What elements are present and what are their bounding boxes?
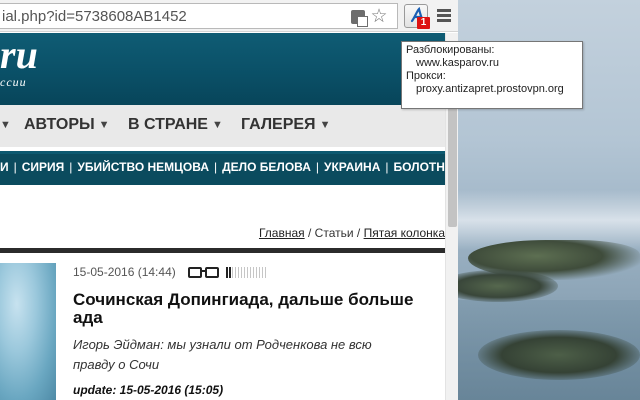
tooltip-unblocked-label: Разблокированы:: [406, 44, 495, 56]
reading-glasses-icon: [188, 267, 219, 278]
breadcrumb-articles: Статьи: [314, 226, 354, 240]
browser-window: ial.php?id=5738608AB1452 ☆ 1 ru ссии ▼ А…: [0, 0, 458, 400]
article-rating-bar: [226, 267, 266, 278]
chevron-down-icon: ▼: [98, 119, 110, 131]
article-lead: Игорь Эйдман: мы узнали от Родченкова не…: [73, 337, 372, 372]
breadcrumb-home[interactable]: Главная: [259, 226, 305, 240]
article-update: update: 15-05-2016 (15:05): [73, 383, 224, 397]
tags-bar: И | СИРИЯ | УБИЙСТВО НЕМЦОВА | ДЕЛО БЕЛОВА | УКР…: [0, 151, 445, 185]
site-logo[interactable]: ru: [0, 33, 38, 78]
antizapret-extension-button[interactable]: 1: [404, 4, 430, 29]
tag-link[interactable]: УБИЙСТВО НЕМЦОВА: [77, 160, 209, 174]
main-navigation: ▼ АВТОРЫ ▼ В СТРАНЕ ▼ ГАЛЕРЕЯ ▼: [0, 105, 445, 147]
nav-item-label: ГАЛЕРЕЯ: [241, 116, 316, 133]
tag-link[interactable]: И: [0, 160, 9, 174]
translate-icon[interactable]: [350, 9, 368, 27]
article-thumbnail[interactable]: [0, 263, 56, 400]
extension-badge: 1: [417, 17, 430, 29]
article-date: 15-05-2016 (14:44): [73, 265, 176, 279]
wallpaper-rocks: [478, 330, 640, 380]
site-header: ru ссии: [0, 33, 445, 105]
tag-link[interactable]: БОЛОТН: [394, 160, 445, 174]
nav-item-label: АВТОРЫ: [24, 116, 95, 133]
tags-line: И | СИРИЯ | УБИЙСТВО НЕМЦОВА | ДЕЛО БЕЛОВА | УКР…: [0, 160, 445, 174]
nav-item-label: В СТРАНЕ: [128, 116, 208, 133]
tooltip-proxy-label: Прокси:: [406, 70, 446, 82]
nav-item-gallery[interactable]: ГАЛЕРЕЯ ▼: [241, 116, 330, 134]
tag-link[interactable]: ДЕЛО БЕЛОВА: [222, 160, 311, 174]
nav-chevron-icon[interactable]: ▼: [0, 116, 11, 134]
breadcrumb-separator: /: [304, 226, 315, 240]
chevron-down-icon: ▼: [319, 119, 331, 131]
nav-item-authors[interactable]: АВТОРЫ ▼: [24, 116, 110, 134]
extension-tooltip: Разблокированы: www.kasparov.ru Прокси: …: [401, 41, 583, 109]
article-rating-fill: [226, 267, 232, 278]
chevron-down-icon: ▼: [211, 119, 223, 131]
tooltip-proxy-host: proxy.antizapret.prostovpn.org: [416, 83, 564, 95]
browser-toolbar: ial.php?id=5738608AB1452 ☆ 1: [0, 0, 458, 32]
web-page: ru ссии ▼ АВТОРЫ ▼ В СТРАНЕ ▼ ГАЛЕРЕЯ ▼ И | С…: [0, 33, 445, 400]
breadcrumb-section[interactable]: Пятая колонка: [364, 226, 445, 240]
nav-item-in-country[interactable]: В СТРАНЕ ▼: [128, 116, 223, 134]
tag-link[interactable]: СИРИЯ: [22, 160, 65, 174]
bookmark-star-icon[interactable]: ☆: [370, 7, 387, 26]
address-bar[interactable]: ial.php?id=5738608AB1452 ☆: [0, 3, 398, 29]
tooltip-unblocked-site: www.kasparov.ru: [416, 57, 499, 69]
section-divider: [0, 248, 445, 253]
address-url[interactable]: ial.php?id=5738608AB1452: [2, 8, 187, 25]
site-logo-subtitle: ссии: [0, 75, 27, 89]
breadcrumb-separator: /: [353, 226, 364, 240]
wallpaper-rocks: [458, 270, 558, 302]
article-title[interactable]: Сочинская Допингиада, дальше больше ада: [73, 291, 443, 327]
breadcrumb: Главная / Статьи / Пятая колонка: [259, 226, 445, 240]
tag-link[interactable]: УКРАИНА: [324, 160, 380, 174]
chrome-menu-icon[interactable]: [437, 9, 451, 22]
scrollbar-thumb[interactable]: [448, 107, 457, 227]
